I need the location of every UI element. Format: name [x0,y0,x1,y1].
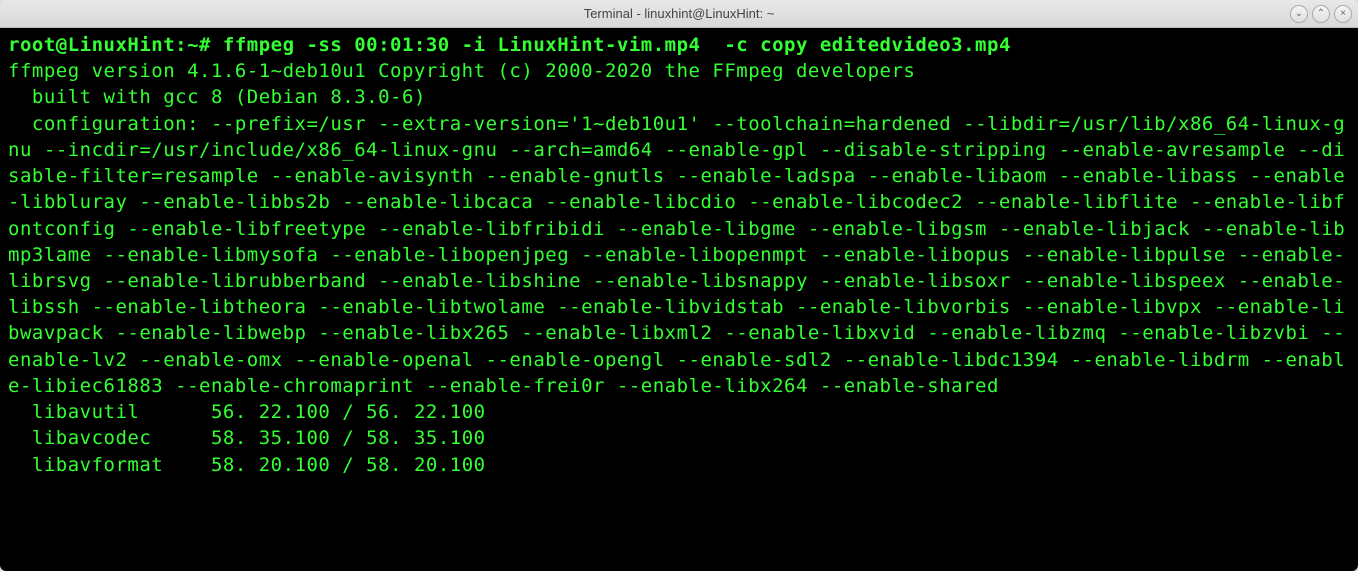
terminal-body[interactable]: root@LinuxHint:~# ffmpeg -ss 00:01:30 -i… [0,28,1358,571]
shell-command: ffmpeg -ss 00:01:30 -i LinuxHint-vim.mp4… [223,34,1011,56]
close-button[interactable]: × [1334,5,1352,23]
terminal-window: Terminal - linuxhint@LinuxHint: ~ ⌄ ⌃ × … [0,0,1358,571]
minimize-button[interactable]: ⌄ [1290,5,1308,23]
maximize-button[interactable]: ⌃ [1312,5,1330,23]
window-title: Terminal - linuxhint@LinuxHint: ~ [6,6,1352,21]
titlebar[interactable]: Terminal - linuxhint@LinuxHint: ~ ⌄ ⌃ × [0,0,1358,28]
shell-prompt: root@LinuxHint:~# [8,34,223,56]
shell-output: ffmpeg version 4.1.6-1~deb10u1 Copyright… [8,60,1345,475]
terminal-content: root@LinuxHint:~# ffmpeg -ss 00:01:30 -i… [8,32,1350,478]
window-buttons: ⌄ ⌃ × [1290,5,1352,23]
